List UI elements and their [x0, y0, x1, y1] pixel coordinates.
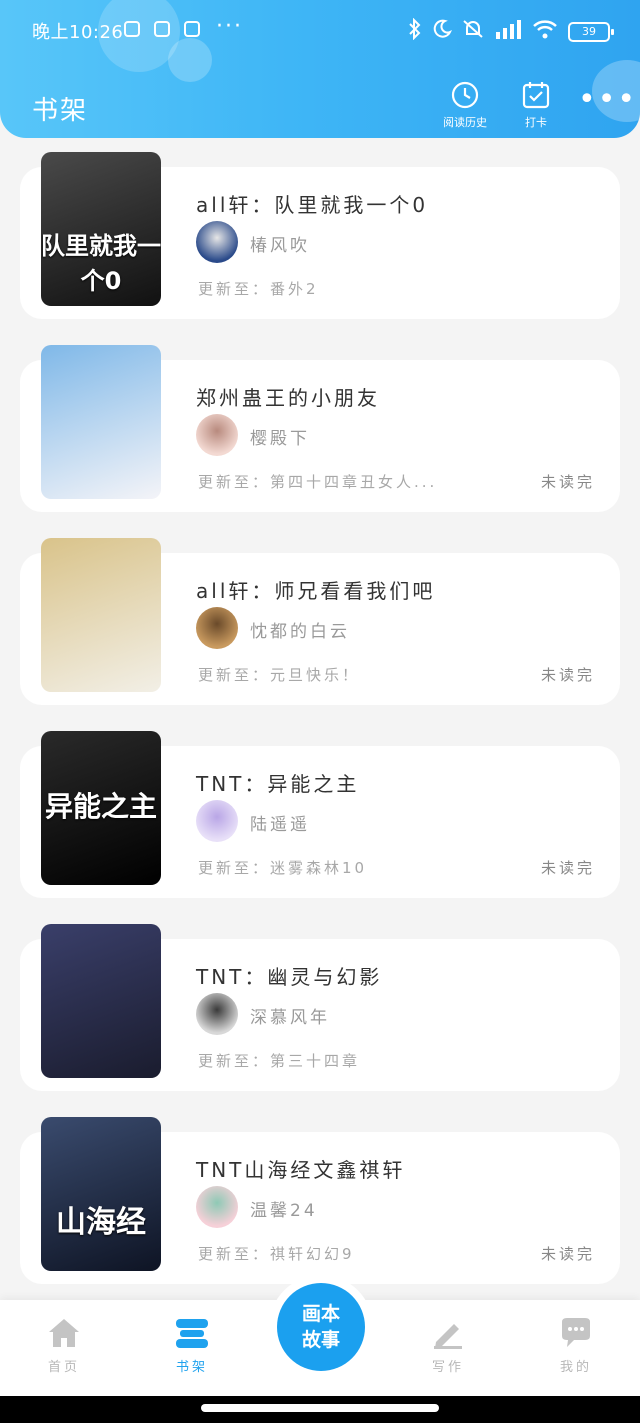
draw-story-line1: 画本: [301, 1303, 340, 1325]
update-info: 更新至：第三十四章: [198, 1052, 361, 1070]
book-title: 郑州蛊王的小朋友: [196, 386, 380, 410]
author-name: 深慕风年: [250, 1008, 330, 1028]
nav-mine-label: 我的: [559, 1360, 592, 1375]
status-bar: 晚上10:26 ··· 39: [0, 0, 640, 60]
update-info: 更新至：番外2: [198, 280, 319, 298]
author-name: 温馨24: [250, 1201, 318, 1221]
nav-home-label: 首页: [47, 1360, 80, 1375]
moon-icon: [432, 19, 453, 44]
reading-history-button[interactable]: 阅读历史: [436, 80, 494, 130]
update-info: 更新至：祺轩幻幻9: [198, 1245, 355, 1263]
book-title: all轩：队里就我一个0: [196, 193, 429, 217]
book-title: all轩：师兄看看我们吧: [196, 579, 436, 603]
notification-icon: [184, 21, 200, 37]
book-cover[interactable]: 山海经: [41, 1117, 161, 1271]
checkin-button[interactable]: 打卡: [516, 80, 556, 130]
update-info: 更新至：迷雾森林10: [198, 859, 368, 877]
calendar-check-icon: [522, 82, 550, 109]
status-time: 晚上10:26: [32, 22, 124, 43]
pencil-icon: [434, 1324, 462, 1349]
home-icon: [49, 1319, 79, 1347]
chat-bubble-icon: [562, 1318, 590, 1347]
nav-write-label: 写作: [431, 1360, 464, 1375]
unread-status: 未读完: [541, 473, 596, 491]
cover-title: 异能之主: [44, 790, 157, 823]
author-avatar: [196, 607, 238, 649]
author-avatar: [196, 221, 238, 263]
book-cover[interactable]: [41, 345, 161, 499]
wifi-icon: [532, 19, 558, 44]
author-avatar: [196, 993, 238, 1035]
unread-status: 未读完: [541, 859, 596, 877]
checkin-label: 打卡: [525, 116, 547, 129]
book-cover[interactable]: [41, 924, 161, 1078]
author-name: 忱都的白云: [250, 622, 350, 642]
signal-icon: [494, 19, 522, 44]
update-info: 更新至：元旦快乐！: [198, 666, 361, 684]
update-info: 更新至：第四十四章丑女人...: [198, 473, 438, 491]
book-title: TNT山海经文鑫祺轩: [196, 1158, 406, 1182]
cover-title: 队里就我一个0: [41, 232, 161, 295]
book-cover[interactable]: 队里就我一个0: [41, 152, 161, 306]
more-notifications-icon: ···: [216, 14, 243, 39]
battery-icon: 39: [568, 21, 614, 42]
unread-status: 未读完: [541, 1245, 596, 1263]
more-options-icon[interactable]: •••: [578, 85, 637, 115]
author-name: 椿风吹: [250, 236, 310, 256]
author-avatar: [196, 800, 238, 842]
nav-bookshelf[interactable]: 书架: [152, 1316, 232, 1375]
author-name: 樱殿下: [250, 429, 310, 449]
draw-story-line2: 故事: [301, 1329, 340, 1351]
book-title: TNT：幽灵与幻影: [196, 965, 383, 989]
bluetooth-icon: [408, 17, 422, 45]
nav-bookshelf-label: 书架: [175, 1360, 208, 1375]
mute-bell-icon: [462, 19, 484, 44]
reading-history-label: 阅读历史: [443, 116, 487, 129]
nav-mine[interactable]: 我的: [536, 1316, 616, 1375]
home-indicator[interactable]: [201, 1404, 439, 1412]
notification-icon: [124, 21, 140, 37]
nav-home[interactable]: 首页: [24, 1316, 104, 1375]
bookshelf-icon: [176, 1319, 208, 1348]
author-name: 陆遥遥: [250, 815, 310, 835]
title-bar: 书架 阅读历史 打卡 •••: [0, 78, 640, 132]
author-avatar: [196, 414, 238, 456]
notification-icon: [154, 21, 170, 37]
page-title: 书架: [32, 96, 89, 126]
nav-write[interactable]: 写作: [408, 1316, 488, 1375]
draw-story-button[interactable]: 画本 故事: [277, 1283, 365, 1371]
cover-title: 山海经: [56, 1205, 146, 1240]
unread-status: 未读完: [541, 666, 596, 684]
author-avatar: [196, 1186, 238, 1228]
app-header: 晚上10:26 ··· 39 书架 阅读历史 打卡 •••: [0, 0, 640, 138]
clock-icon: [451, 81, 479, 109]
book-cover[interactable]: [41, 538, 161, 692]
book-cover[interactable]: 异能之主: [41, 731, 161, 885]
book-title: TNT：异能之主: [196, 772, 360, 796]
